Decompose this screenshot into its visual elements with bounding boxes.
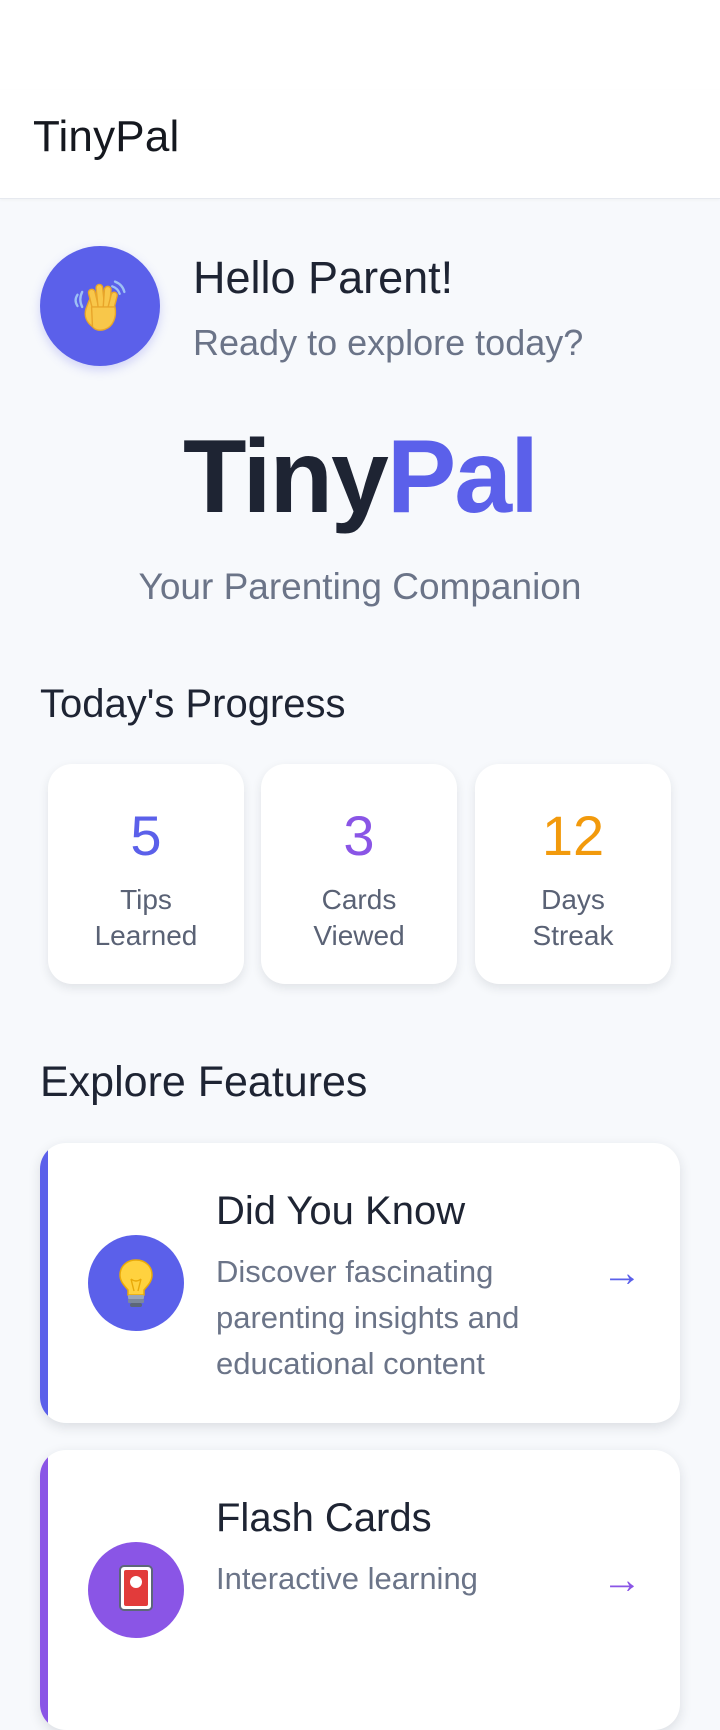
stat-value: 5 xyxy=(130,804,162,867)
stat-value: 3 xyxy=(343,804,375,867)
flash-card-icon xyxy=(119,1565,153,1611)
feature-description: Discover fascinating parenting insights … xyxy=(216,1254,520,1381)
stat-label-line2: Learned xyxy=(94,920,198,951)
app-logo: TinyPal xyxy=(0,425,720,529)
feature-title: Did You Know xyxy=(216,1189,466,1233)
app-bar: TinyPal xyxy=(0,90,720,199)
arrow-right-icon[interactable]: → xyxy=(602,1560,642,1600)
stat-card-cards[interactable]: 3 Cards Viewed xyxy=(261,764,457,984)
feature-icon-circle xyxy=(88,1542,184,1638)
feature-card-flash-cards[interactable]: Flash Cards Interactive learning → xyxy=(40,1450,680,1730)
arrow-right-icon[interactable]: → xyxy=(602,1253,642,1293)
stat-label-line2: Viewed xyxy=(313,920,405,951)
feature-title: Flash Cards xyxy=(216,1496,432,1540)
stat-label: Days Streak xyxy=(475,882,671,954)
logo-text-part2: Pal xyxy=(386,419,539,535)
feature-icon-circle xyxy=(88,1235,184,1331)
stat-label-line1: Tips xyxy=(120,884,172,915)
status-bar xyxy=(0,0,720,90)
greeting-avatar xyxy=(40,246,160,366)
stat-label: Cards Viewed xyxy=(261,882,457,954)
light-bulb-icon xyxy=(119,1259,153,1307)
explore-section-title: Explore Features xyxy=(40,1058,368,1106)
stat-card-tips[interactable]: 5 Tips Learned xyxy=(48,764,244,984)
stat-card-streak[interactable]: 12 Days Streak xyxy=(475,764,671,984)
stat-value: 12 xyxy=(541,804,605,867)
stat-label-line1: Cards xyxy=(321,884,397,915)
greeting-title: Hello Parent! xyxy=(193,252,454,303)
stat-label-line1: Days xyxy=(541,884,605,915)
greeting-subtitle: Ready to explore today? xyxy=(193,322,584,363)
feature-description: Interactive learning xyxy=(216,1561,478,1596)
greeting-section: Hello Parent! Ready to explore today? xyxy=(40,246,700,370)
stat-label-line2: Streak xyxy=(532,920,614,951)
feature-accent-bar xyxy=(40,1143,48,1423)
progress-section-title: Today's Progress xyxy=(40,682,346,726)
stat-label: Tips Learned xyxy=(48,882,244,954)
feature-accent-bar xyxy=(40,1450,48,1730)
feature-card-did-you-know[interactable]: Did You Know Discover fascinating parent… xyxy=(40,1143,680,1423)
tagline: Your Parenting Companion xyxy=(138,566,582,607)
waving-hand-icon xyxy=(74,280,126,331)
logo-text-part1: Tiny xyxy=(182,419,389,535)
app-bar-title: TinyPal xyxy=(33,112,180,161)
